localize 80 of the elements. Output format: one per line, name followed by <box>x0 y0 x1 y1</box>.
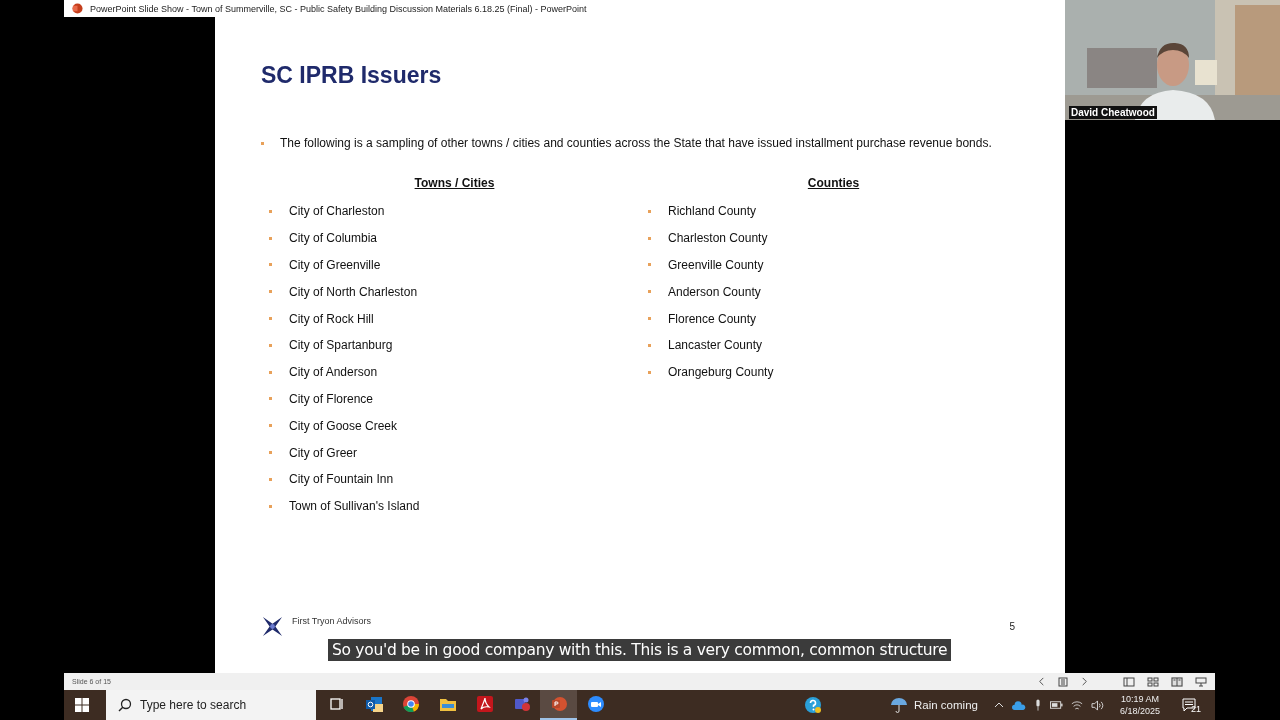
browser-icon <box>401 695 420 713</box>
list-item: City of Columbia <box>289 231 378 246</box>
list-item: Lancaster County <box>668 338 763 353</box>
list-item: City of Greenville <box>289 258 381 272</box>
task-view-icon <box>328 696 345 712</box>
clock[interactable]: 10:19 AM 6/18/2025 <box>1119 693 1160 717</box>
bullet-icon <box>269 263 272 267</box>
reading-view-icon[interactable] <box>1171 676 1183 687</box>
microphone-icon[interactable] <box>1033 699 1042 711</box>
list-item: Greenville County <box>668 258 764 272</box>
list-item: City of Charleston <box>289 204 385 219</box>
window-title: PowerPoint Slide Show - Town of Summerville, SC - Public Safety Building Discussion Materials 6.18.25 (Final) - PowerPoint <box>90 3 587 14</box>
bullet-icon <box>648 263 651 267</box>
chevron-up-icon[interactable] <box>993 700 1004 710</box>
grid-view-icon[interactable] <box>1147 676 1159 687</box>
umbrella-icon <box>890 696 908 714</box>
bullet-icon <box>269 290 272 294</box>
volume-icon[interactable] <box>1090 699 1104 711</box>
notification-count: 21 <box>1191 704 1201 714</box>
time-text: 10:19 AM <box>1120 693 1159 705</box>
bullet-icon <box>648 370 651 374</box>
bullet-icon <box>648 317 651 321</box>
list-item: Richland County <box>668 204 757 219</box>
bullet-icon <box>269 424 272 428</box>
slideshow-icon[interactable] <box>1195 676 1207 687</box>
bullet-icon <box>269 451 272 455</box>
participant-name: David Cheatwood <box>1069 106 1157 119</box>
slides-icon[interactable] <box>1058 676 1068 687</box>
bullet-icon <box>648 290 651 294</box>
windows-start-icon[interactable] <box>75 698 89 712</box>
bullet-icon <box>261 141 264 145</box>
bullet-icon <box>269 504 272 508</box>
list-item: City of Goose Creek <box>289 418 398 433</box>
mail-app-icon <box>364 695 383 713</box>
bullet-icon <box>269 236 272 240</box>
next-icon[interactable] <box>1080 677 1089 686</box>
bullet-icon <box>269 209 272 213</box>
weather-widget[interactable]: Rain coming <box>890 696 978 714</box>
presentation-app-icon <box>549 695 568 713</box>
slide-title: SC IPRB Issuers <box>261 62 442 89</box>
list-item: City of North Charleston <box>289 284 418 299</box>
chat-app-icon <box>512 695 531 713</box>
bullet-icon <box>648 343 651 347</box>
notifications-button[interactable]: 21 <box>1176 692 1207 718</box>
list-item: Charleston County <box>668 231 768 246</box>
list-item: City of Rock Hill <box>289 311 374 326</box>
powerpoint-icon <box>72 3 83 14</box>
battery-icon[interactable] <box>1049 701 1063 709</box>
list-item: City of Florence <box>289 391 374 406</box>
bullet-icon <box>269 317 272 321</box>
bullet-icon <box>648 236 651 240</box>
star-logo-icon <box>261 614 284 638</box>
bullet-icon <box>269 370 272 374</box>
date-text: 6/18/2025 <box>1119 705 1160 717</box>
help-icon[interactable] <box>804 696 822 714</box>
previous-icon[interactable] <box>1037 677 1046 686</box>
list-item: Orangeburg County <box>668 365 774 380</box>
column-heading: Counties <box>807 176 860 190</box>
caption: So you'd be in good company with this. This is a very common, common structure <box>328 639 952 661</box>
pdf-app-icon <box>475 695 494 713</box>
bullet-icon <box>269 477 272 481</box>
cloud-icon[interactable] <box>1011 700 1026 710</box>
bullet-icon <box>269 397 272 401</box>
list-item: City of Fountain Inn <box>289 472 394 487</box>
list-item: Florence County <box>668 311 757 326</box>
column-heading: Towns / Cities <box>414 176 495 190</box>
normal-view-icon[interactable] <box>1123 676 1135 687</box>
list-item: City of Spartanburg <box>289 338 393 353</box>
bullet-icon <box>269 343 272 347</box>
list-item: City of Greer <box>289 445 357 460</box>
intro-text: The following is a sampling of other towns / cities and counties across the State that have issued installment purchase revenue bonds. <box>280 136 992 150</box>
bullet-icon <box>648 209 651 213</box>
page-number: 5 <box>1009 620 1015 632</box>
list-item: Anderson County <box>668 284 761 299</box>
list-item: City of Anderson <box>289 365 378 380</box>
company-name: First Tryon Advisors <box>292 616 372 626</box>
search-field[interactable]: Type here to search <box>106 690 316 720</box>
list-item: Town of Sullivan's Island <box>289 499 420 514</box>
wifi-icon[interactable] <box>1070 699 1083 711</box>
video-app-icon <box>586 695 605 713</box>
